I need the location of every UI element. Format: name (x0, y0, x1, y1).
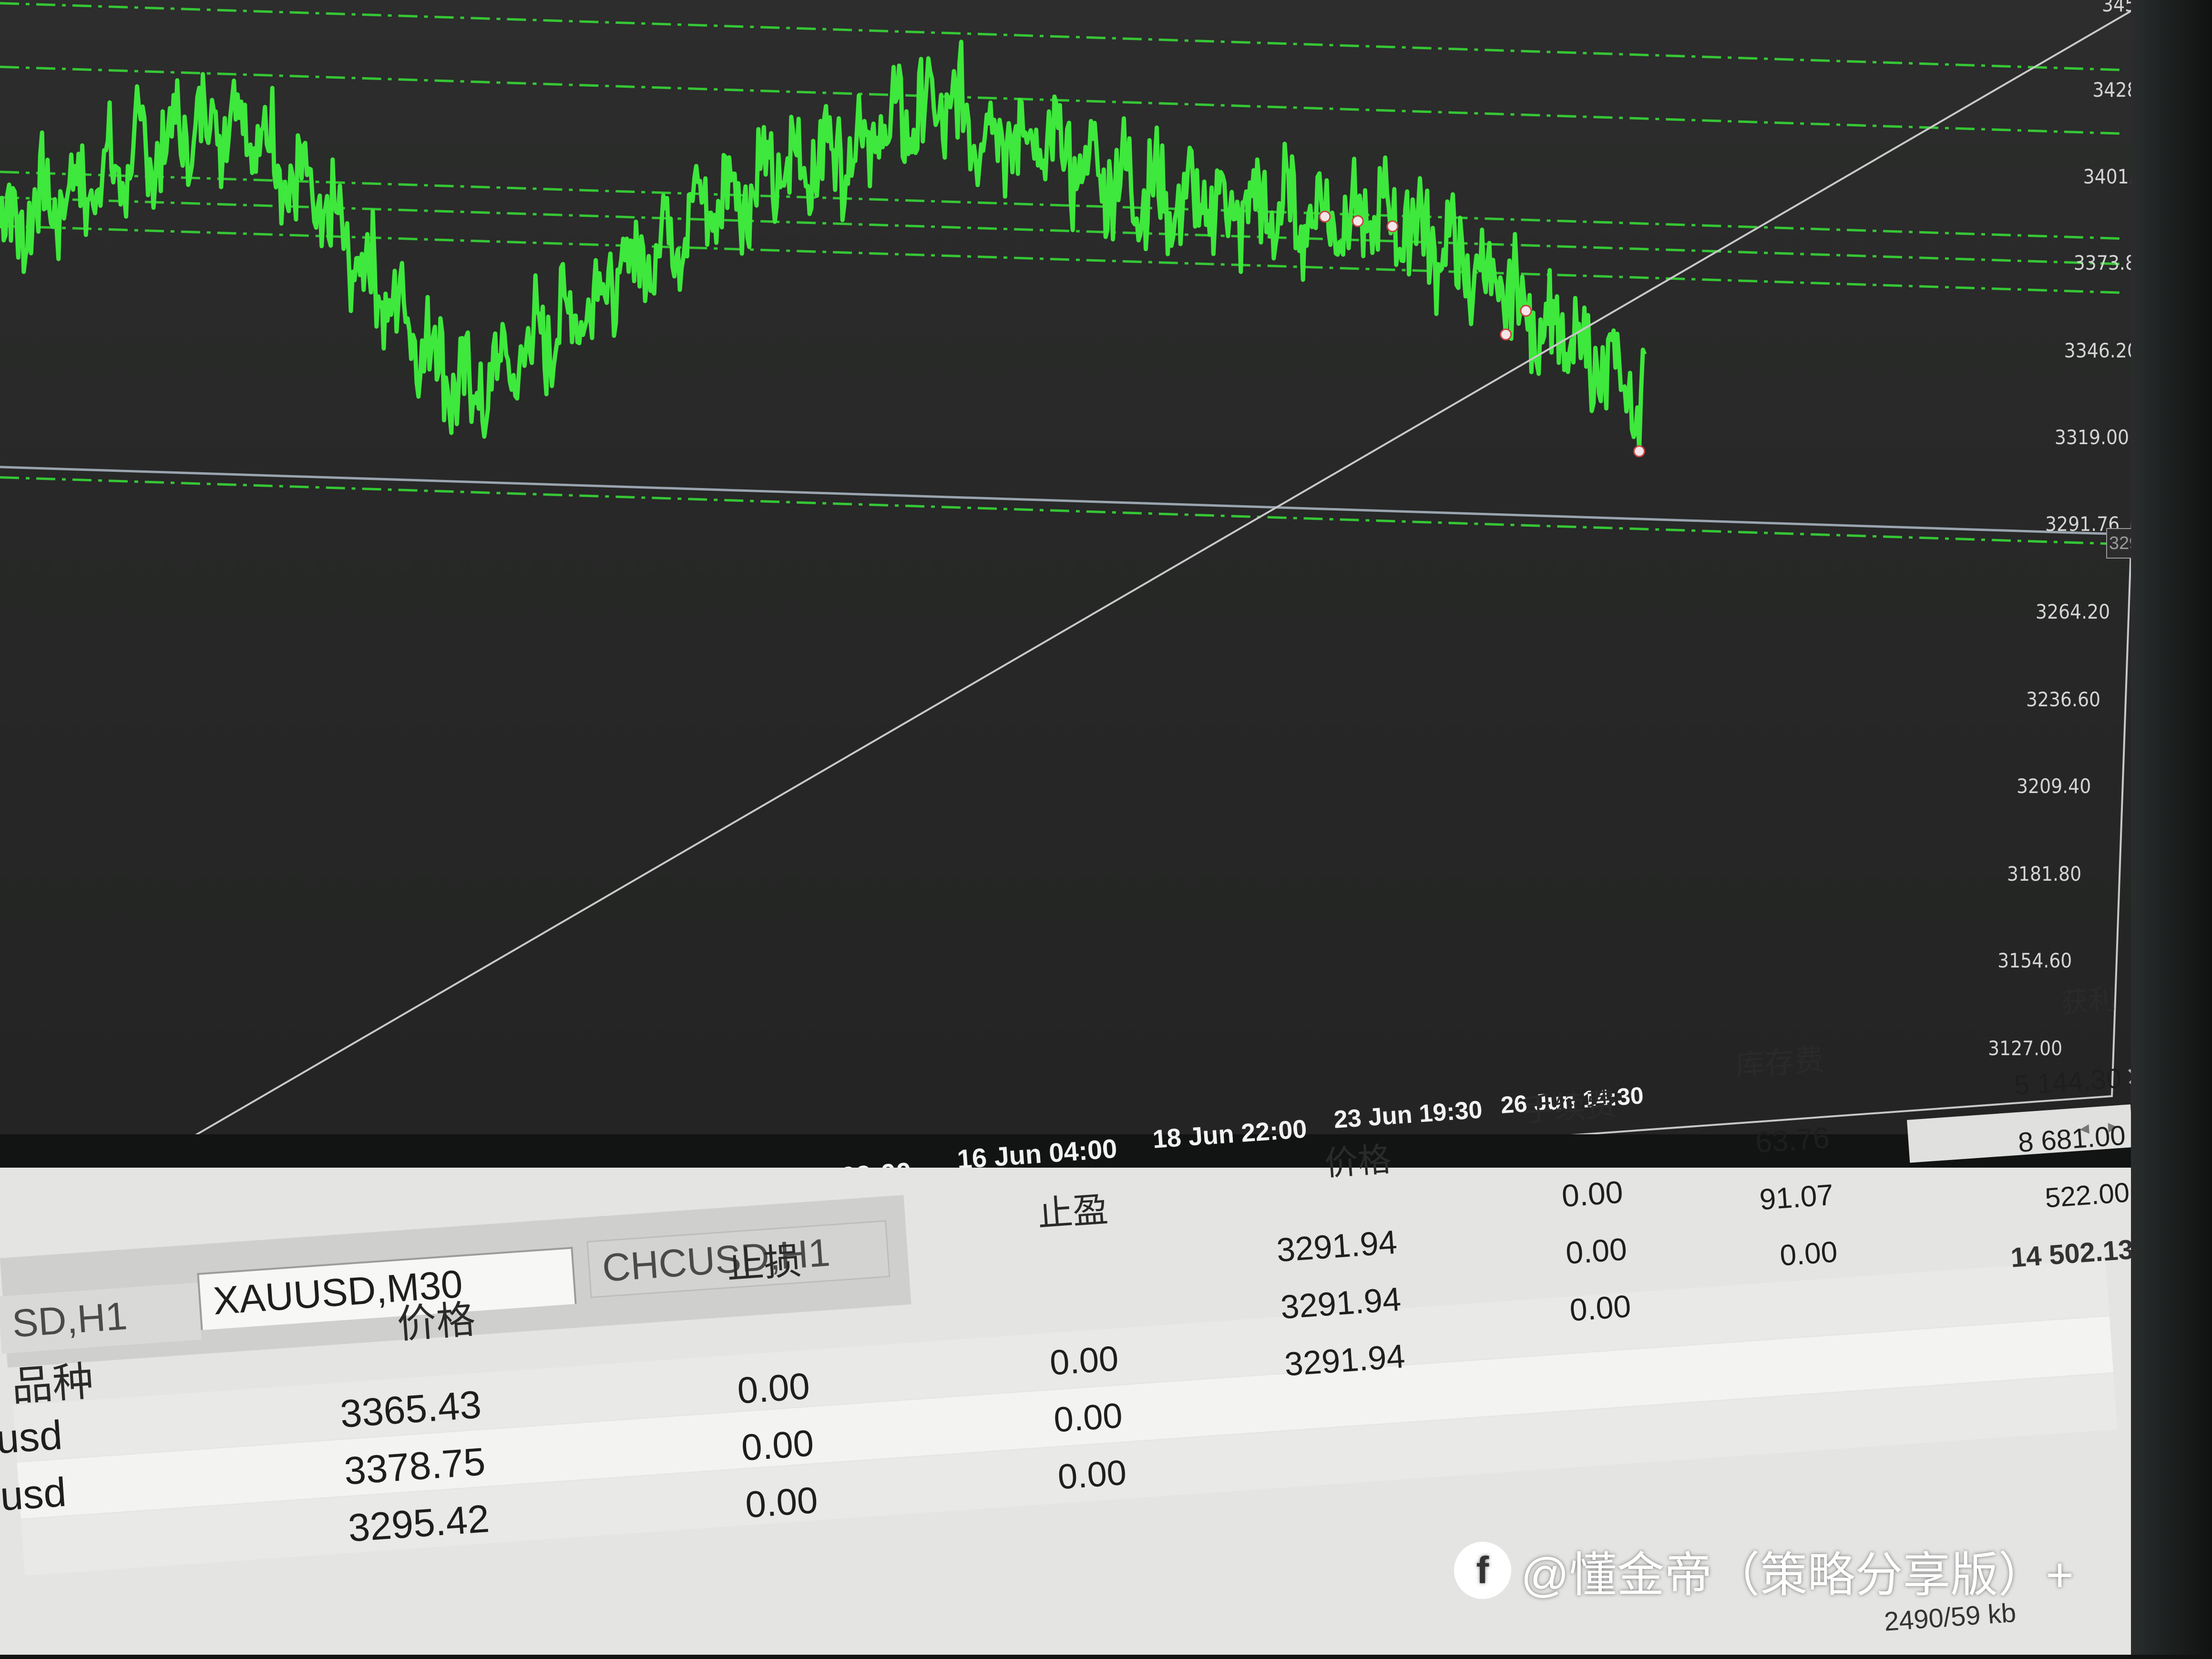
level-line[interactable] (0, 476, 2122, 546)
y-tick-label: 3209.40 (2017, 774, 2091, 798)
column-header-symbol[interactable]: 品种 (10, 1346, 118, 1413)
y-tick-label: 3236.60 (2026, 688, 2101, 712)
watermark: f @懂金帝（策略分享版）+ (1454, 1539, 2198, 1602)
watermark-logo-icon: f (1454, 1542, 1511, 1599)
y-tick-label: 3127.00 (1988, 1037, 2063, 1060)
y-tick-label: 3319.00 (2054, 426, 2130, 449)
y-tick-label: 3264.20 (2035, 600, 2110, 623)
column-header-sl[interactable]: 止损 (599, 1231, 803, 1298)
y-tick-label: 3181.80 (2007, 862, 2082, 886)
monitor-bezel (2131, 0, 2212, 1655)
y-tick-label: 3346.20 (2064, 339, 2139, 363)
cell-commission: 0.00 (1560, 1174, 1624, 1214)
cell-symbol: usd (0, 1469, 68, 1520)
cell-commission: 0.00 (1564, 1231, 1628, 1271)
level-line[interactable] (0, 2, 2122, 71)
column-header-open_price[interactable]: 价格 (273, 1287, 477, 1358)
column-header-tp[interactable]: 止盈 (906, 1181, 1109, 1246)
total-profit: 14 502.13 (2009, 1234, 2135, 1273)
column-header-price[interactable]: 价格 (1189, 1132, 1393, 1194)
cell-swap: 0.00 (1779, 1235, 1839, 1272)
trade-marker[interactable] (1633, 445, 1645, 458)
cell-symbol: usd (0, 1412, 64, 1463)
trading-terminal-screen: 3455 3428.20 3401.00 3373.80 3346.20 3319.00 3… (0, 0, 2212, 1655)
cell-swap: 91.07 (1758, 1178, 1835, 1217)
cell-price: 3291.94 (1275, 1223, 1399, 1269)
y-tick-label: 3154.60 (1997, 948, 2072, 972)
trade-marker[interactable] (1500, 328, 1512, 341)
price-series-line (0, 40, 1647, 454)
bid-price-line (0, 466, 2108, 535)
level-line[interactable] (0, 224, 2122, 294)
cell-profit: 8 681.00 (2017, 1120, 2127, 1159)
trade-marker[interactable] (1319, 210, 1331, 223)
trade-marker[interactable] (1352, 215, 1364, 227)
cell-profit: 522.00 (2044, 1177, 2131, 1214)
price-chart[interactable]: 3455 3428.20 3401.00 3373.80 3346.20 3319.00 3… (0, 0, 2177, 1134)
trade-marker[interactable] (1520, 305, 1532, 317)
cell-swap: 63.76 (1754, 1121, 1831, 1160)
price-chart-svg[interactable] (0, 0, 2145, 1134)
trade-marker[interactable] (1386, 220, 1399, 233)
watermark-text: @懂金帝（策略分享版）+ (1521, 1548, 2074, 1602)
